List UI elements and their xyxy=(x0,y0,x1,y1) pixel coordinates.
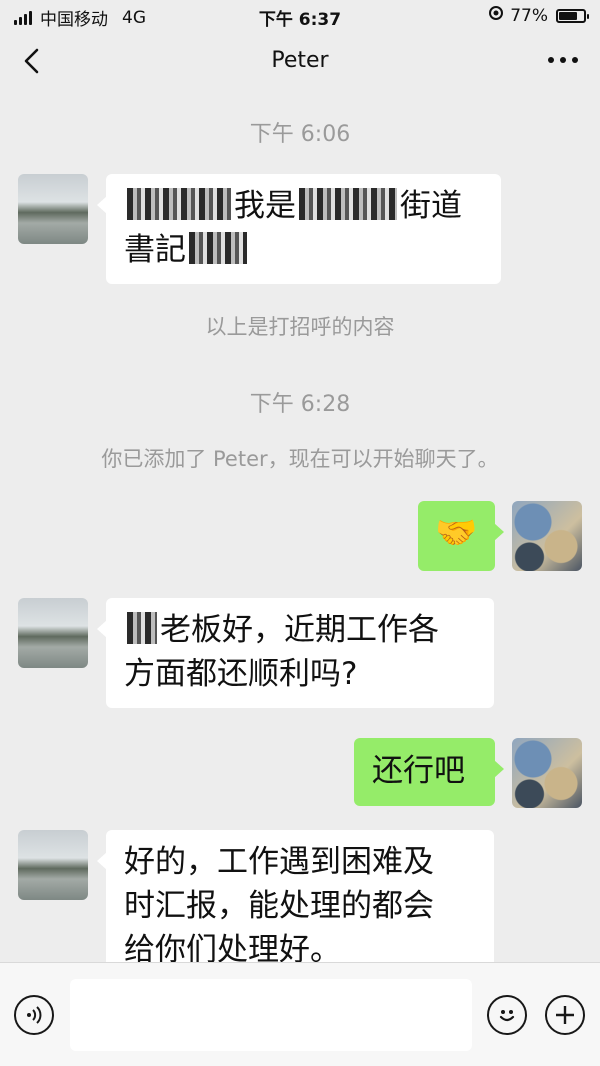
message-text: 我是 xyxy=(234,188,296,224)
self-avatar[interactable] xyxy=(512,501,582,571)
input-bar xyxy=(0,962,600,1066)
redacted-text xyxy=(299,188,397,220)
status-bar: 中国移动 4G 下午 6:37 77% xyxy=(0,0,600,32)
message-text: 时汇报，能处理的都会 xyxy=(124,888,434,924)
redacted-text xyxy=(189,232,247,264)
battery-icon xyxy=(556,8,589,23)
back-chevron-icon[interactable] xyxy=(18,46,48,76)
timestamp: 下午 6:06 xyxy=(249,122,351,147)
plus-icon[interactable] xyxy=(545,995,585,1035)
message-bubble-outgoing[interactable]: 🤝 xyxy=(418,501,504,571)
status-right: 77% xyxy=(488,5,589,26)
self-avatar[interactable] xyxy=(512,738,582,808)
message-text: 方面都还顺利吗? xyxy=(124,656,358,692)
contact-avatar[interactable] xyxy=(18,830,88,900)
message-bubble-incoming[interactable]: 好的，工作遇到困难及 时汇报，能处理的都会 给你们处理好。 xyxy=(97,830,494,980)
message-text: 好的，工作遇到困难及 xyxy=(124,844,434,880)
battery-percent: 77% xyxy=(510,5,548,26)
location-lock-icon xyxy=(488,5,504,26)
timestamp: 下午 6:28 xyxy=(249,392,351,417)
more-dots-icon[interactable] xyxy=(548,50,578,70)
message-bubble-incoming[interactable]: 老板好，近期工作各 方面都还顺利吗? xyxy=(97,598,494,708)
chat-title: Peter xyxy=(271,48,329,73)
contact-avatar[interactable] xyxy=(18,598,88,668)
message-bubble-outgoing[interactable]: 还行吧 xyxy=(354,738,504,806)
message-text: 街道 xyxy=(400,188,462,224)
redacted-text xyxy=(127,188,231,220)
contact-avatar[interactable] xyxy=(18,174,88,244)
carrier-label: 中国移动 xyxy=(40,10,108,30)
voice-icon[interactable] xyxy=(14,995,54,1035)
signal-icon xyxy=(14,10,32,25)
redacted-text xyxy=(127,612,157,644)
network-label: 4G xyxy=(122,7,146,28)
nav-bar: Peter xyxy=(0,32,600,92)
system-message: 你已添加了 Peter，现在可以开始聊天了。 xyxy=(101,447,499,471)
message-text: 書記 xyxy=(124,232,186,268)
status-left: 中国移动 4G xyxy=(14,5,146,30)
system-message: 以上是打招呼的内容 xyxy=(205,315,395,339)
handshake-emoji: 🤝 xyxy=(435,513,478,553)
message-text: 还行吧 xyxy=(372,753,465,789)
emoji-icon[interactable] xyxy=(487,995,527,1035)
message-text: 老板好，近期工作各 xyxy=(160,612,439,648)
message-bubble-incoming[interactable]: 我是 街道 書記 xyxy=(97,174,501,284)
message-input[interactable] xyxy=(70,979,472,1051)
